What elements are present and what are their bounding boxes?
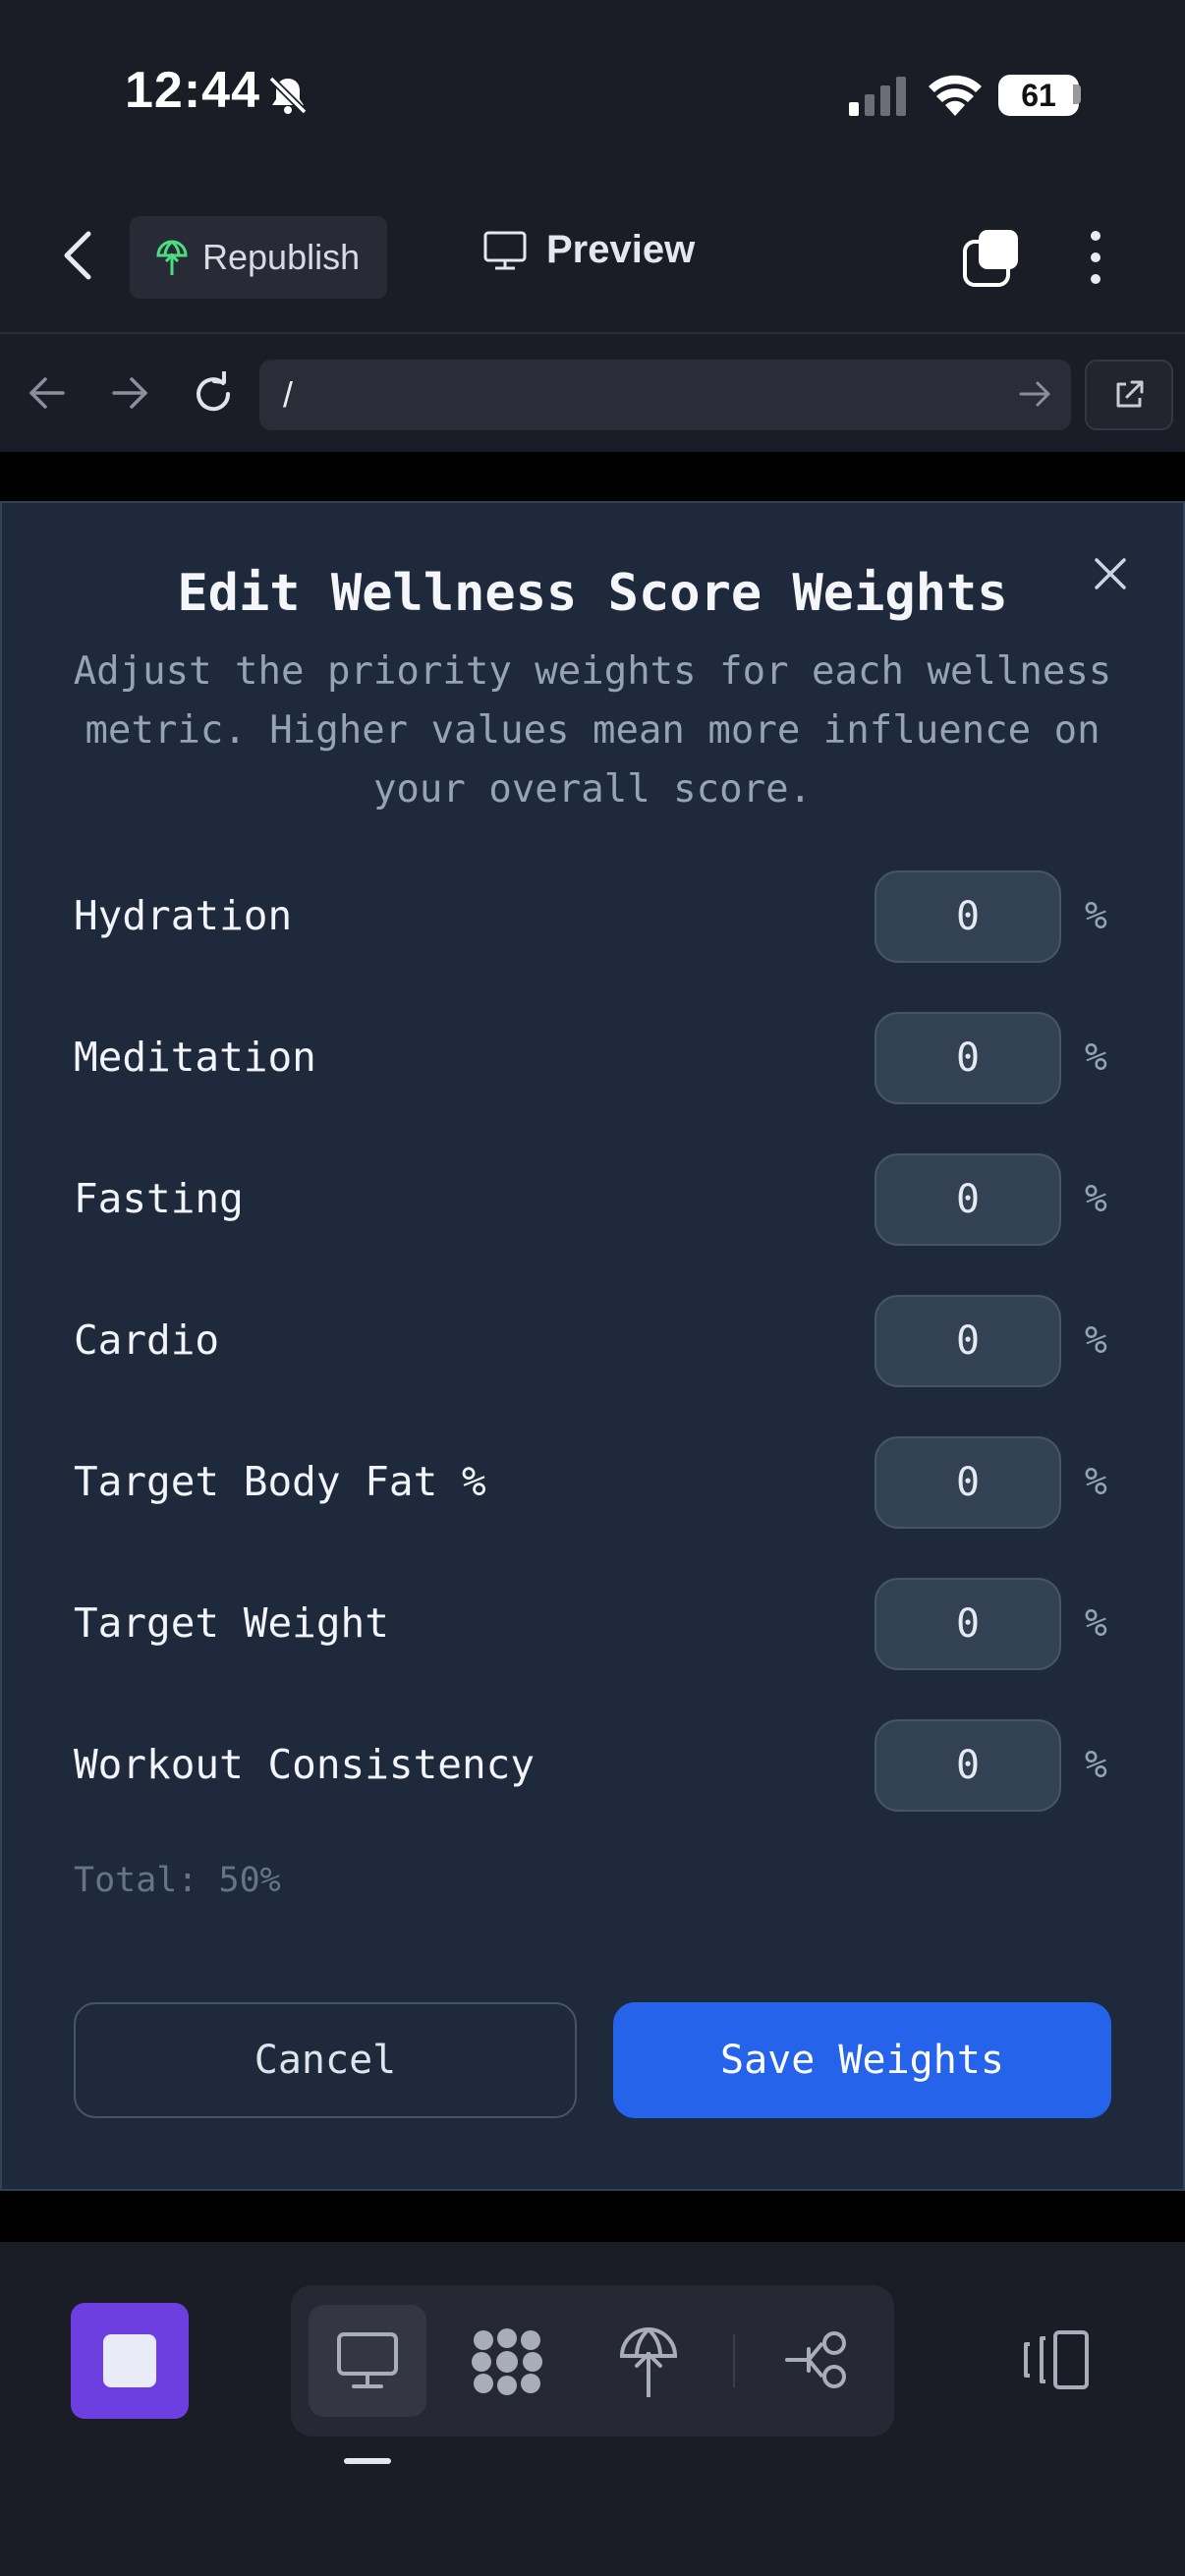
open-external-icon [1116,380,1144,408]
weight-label-target-weight: Target Weight [74,1599,389,1647]
percent-unit: % [1085,1601,1107,1645]
weight-input-fasting[interactable]: 0 [875,1153,1061,1246]
stop-button[interactable] [71,2303,189,2419]
republish-button[interactable]: Republish [130,216,387,299]
url-input[interactable]: / [259,360,1071,430]
weight-input-meditation[interactable]: 0 [875,1012,1061,1104]
percent-unit: % [1085,1036,1107,1079]
weight-label-meditation: Meditation [74,1034,316,1081]
percent-unit: % [1085,1743,1107,1786]
stop-icon [103,2334,156,2387]
republish-label: Republish [202,237,361,277]
bell-muted-icon [268,76,308,115]
status-time: 12:44 [125,62,260,119]
save-weights-button[interactable]: Save Weights [613,2002,1111,2118]
weight-label-target-body-fat: Target Body Fat % [74,1458,486,1505]
republish-icon [156,240,188,275]
weight-label-hydration: Hydration [74,892,293,939]
percent-unit: % [1085,1460,1107,1503]
preview-frame-bottom [0,2191,1185,2242]
connector-icon [785,2331,846,2388]
tool-separator [733,2334,735,2387]
battery-cap [1073,84,1081,104]
total-weight: Total: 50% [74,1861,281,1900]
apps-grid-icon [472,2328,542,2395]
weight-input-cardio[interactable]: 0 [875,1295,1061,1387]
weight-input-hydration[interactable]: 0 [875,870,1061,963]
weight-input-target-body-fat[interactable]: 0 [875,1436,1061,1529]
arrow-left-icon[interactable] [28,373,67,413]
kebab-menu-icon[interactable] [1085,228,1106,287]
tab-deploy[interactable] [613,2321,684,2403]
percent-unit: % [1085,1318,1107,1362]
modal-description: Adjust the priority weights for each wel… [73,649,1112,812]
go-arrow-icon[interactable] [1018,377,1051,411]
cancel-button[interactable]: Cancel [74,2002,577,2118]
panel-toggle-button[interactable] [1016,2326,1095,2393]
tab-desktop[interactable] [309,2305,426,2417]
percent-unit: % [1085,1177,1107,1220]
weight-label-fasting: Fasting [74,1175,244,1222]
wifi-icon [929,75,982,116]
open-external-button[interactable] [1085,360,1173,430]
modal-title: Edit Wellness Score Weights [177,564,1008,623]
toolbar-divider [0,332,1185,334]
monitor-icon [483,231,527,269]
weight-input-workout-consistency[interactable]: 0 [875,1719,1061,1812]
desktop-icon [337,2332,398,2388]
preview-button[interactable]: Preview [483,228,695,272]
weight-label-workout-consistency: Workout Consistency [74,1741,535,1788]
cellular-signal-icon [849,77,906,116]
deploy-icon [619,2327,678,2397]
percent-unit: % [1085,894,1107,937]
preview-frame-top [0,452,1185,501]
panel-toggle-icon [1024,2330,1089,2389]
tab-apps[interactable] [468,2324,546,2399]
reload-icon[interactable] [191,371,236,417]
weight-input-target-weight[interactable]: 0 [875,1578,1061,1670]
stack-icon[interactable] [961,228,1022,289]
back-chevron-icon[interactable] [59,228,98,283]
preview-label: Preview [546,228,696,271]
arrow-right-icon[interactable] [110,373,149,413]
tab-connector[interactable] [782,2328,853,2391]
battery-icon: 61 [998,75,1079,116]
active-tab-indicator [344,2458,391,2464]
weight-label-cardio: Cardio [74,1316,220,1364]
